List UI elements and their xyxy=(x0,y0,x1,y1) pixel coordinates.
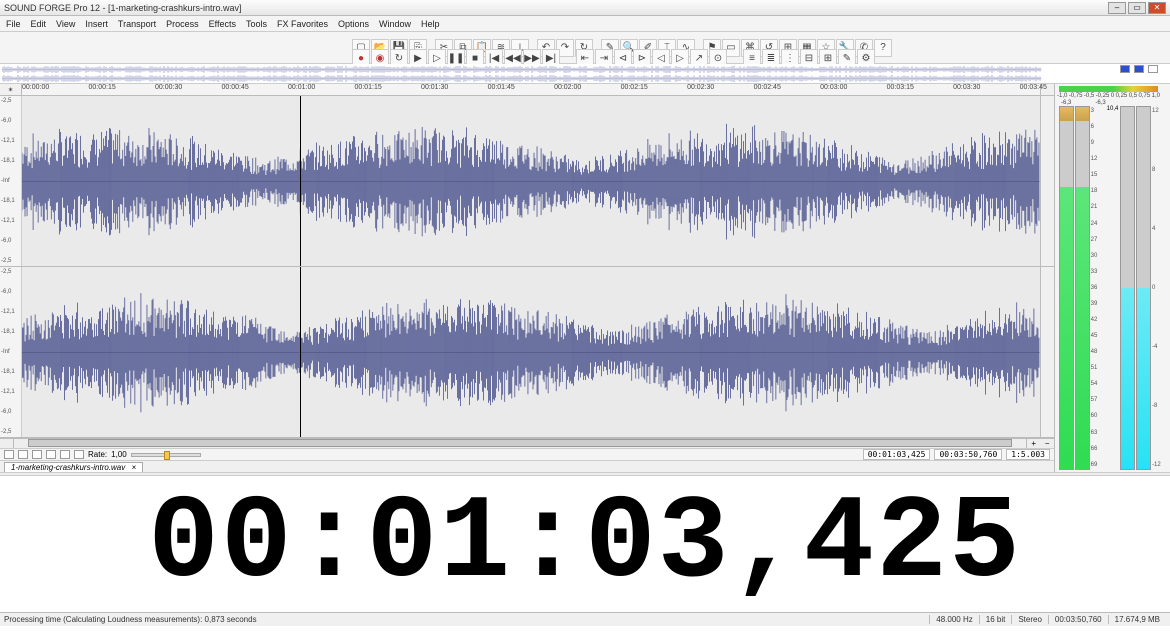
ruler-gutter: ✶ xyxy=(0,84,22,95)
window-title: SOUND FORGE Pro 12 - [1-marketing-crashk… xyxy=(4,3,242,13)
lu-l-peak: 10,4 xyxy=(1107,106,1119,112)
playhead[interactable] xyxy=(300,267,301,437)
maximize-button[interactable]: ▭ xyxy=(1128,2,1146,14)
channel-right[interactable]: -2,5-6,0-12,1-18,1-Inf-18,1-12,1-6,0-2,5 xyxy=(0,267,1054,438)
menu-transport[interactable]: Transport xyxy=(118,19,156,29)
status-bar: Processing time (Calculating Loudness me… xyxy=(0,612,1170,626)
peak-meter[interactable]: 3691215182124273033363942454851545760636… xyxy=(1059,106,1105,470)
waveform-right xyxy=(22,267,1040,438)
overview-strip[interactable] xyxy=(0,64,1170,84)
menu-tools[interactable]: Tools xyxy=(246,19,267,29)
overview-controls xyxy=(1060,65,1168,83)
ruler-tick: 00:03:45 xyxy=(1020,84,1047,91)
status-filesize: 17.674,9 MB xyxy=(1108,615,1166,624)
amplitude-scale-left: -2,5-6,0-12,1-18,1-Inf-18,1-12,1-6,0-2,5 xyxy=(0,96,22,266)
status-bitdepth: 16 bit xyxy=(979,615,1012,624)
amplitude-scale-right: -2,5-6,0-12,1-18,1-Inf-18,1-12,1-6,0-2,5 xyxy=(0,267,22,437)
rate-slider[interactable] xyxy=(131,453,201,457)
toolbar: ▢ 📂 💾 ⎘ ✂ ⧉ 📋 ≋ ⟂ ↶ ↷ ↻ ✎ 🔍 ✐ ⌶ ∿ ⚑ ▭ ⌘ … xyxy=(0,32,1170,64)
menu-insert[interactable]: Insert xyxy=(85,19,108,29)
time-ruler[interactable]: 00:00:00 00:00:15 00:00:30 00:00:45 00:01:00… xyxy=(22,84,1040,95)
tab-close-icon[interactable]: × xyxy=(132,463,137,472)
rate-slider-thumb[interactable] xyxy=(164,451,170,460)
position-readout[interactable]: 00:01:03,425 xyxy=(863,449,931,460)
menu-effects[interactable]: Effects xyxy=(209,19,236,29)
ruler-tick: 00:02:15 xyxy=(621,84,648,91)
title-bar: SOUND FORGE Pro 12 - [1-marketing-crashk… xyxy=(0,0,1170,16)
menu-edit[interactable]: Edit xyxy=(31,19,47,29)
playhead[interactable] xyxy=(300,96,301,266)
menu-window[interactable]: Window xyxy=(379,19,411,29)
meters-panel: -1,0-0,75-0,5-0,2500,250,50,751,0 -6,3 -… xyxy=(1054,84,1170,472)
workspace: ✶ 00:00:00 00:00:15 00:00:30 00:00:45 00:01:… xyxy=(0,84,1170,472)
ruler-tick: 00:00:15 xyxy=(89,84,116,91)
rate-value: 1,00 xyxy=(111,450,127,459)
channel-r-icon[interactable] xyxy=(1134,65,1144,73)
tab-file-label: 1-marketing-crashkurs-intro.wav xyxy=(11,463,125,472)
menu-bar: File Edit View Insert Transport Process Effect… xyxy=(0,16,1170,32)
ruler-tick: 00:00:45 xyxy=(222,84,249,91)
ruler-tick: 00:03:30 xyxy=(953,84,980,91)
ruler-tick: 00:03:00 xyxy=(820,84,847,91)
time-ruler-row: ✶ 00:00:00 00:00:15 00:00:30 00:00:45 00:01:… xyxy=(0,84,1054,96)
ruler-tick: 00:03:15 xyxy=(887,84,914,91)
ruler-tick: 00:00:30 xyxy=(155,84,182,91)
close-button[interactable]: ✕ xyxy=(1148,2,1166,14)
big-time-value: 00:01:03,425 xyxy=(148,478,1022,611)
channel-l-icon[interactable] xyxy=(1120,65,1130,73)
minimize-button[interactable]: – xyxy=(1108,2,1126,14)
menu-view[interactable]: View xyxy=(56,19,75,29)
length-readout[interactable]: 00:03:50,760 xyxy=(934,449,1002,460)
ruler-tick: 00:01:30 xyxy=(421,84,448,91)
menu-process[interactable]: Process xyxy=(166,19,199,29)
ruler-tick: 00:00:00 xyxy=(22,84,49,91)
ruler-tick: 00:02:45 xyxy=(754,84,781,91)
overview-waveform xyxy=(2,65,1042,83)
horizontal-scrollbar[interactable]: + − xyxy=(0,438,1054,448)
channel-left[interactable]: -2,5-6,0-12,1-18,1-Inf-18,1-12,1-6,0-2,5 xyxy=(0,96,1054,267)
tab-file[interactable]: 1-marketing-crashkurs-intro.wav × xyxy=(4,462,143,472)
mini-go-end-icon[interactable] xyxy=(32,450,42,459)
loudness-meter[interactable]: 12840-4-8-12 xyxy=(1120,106,1166,470)
mini-go-start-icon[interactable] xyxy=(18,450,28,459)
mini-play-icon[interactable] xyxy=(60,450,70,459)
ruler-tick: 00:01:00 xyxy=(288,84,315,91)
ruler-tick: 00:01:45 xyxy=(488,84,515,91)
big-time-display[interactable]: 00:01:03,425 xyxy=(0,476,1170,612)
mini-gear-icon[interactable] xyxy=(4,450,14,459)
status-samplerate: 48.000 Hz xyxy=(929,615,978,624)
status-message: Processing time (Calculating Loudness me… xyxy=(4,615,929,624)
status-channels: Stereo xyxy=(1011,615,1048,624)
menu-file[interactable]: File xyxy=(6,19,21,29)
document-tabs: 1-marketing-crashkurs-intro.wav × xyxy=(0,460,1054,472)
transport-bar: Rate: 1,00 00:01:03,425 00:03:50,760 1:5… xyxy=(0,448,1054,460)
menu-help[interactable]: Help xyxy=(421,19,440,29)
editor-panel: ✶ 00:00:00 00:00:15 00:00:30 00:00:45 00:01:… xyxy=(0,84,1054,472)
mini-loop-icon[interactable] xyxy=(74,450,84,459)
zoom-readout[interactable]: 1:5.003 xyxy=(1006,449,1050,460)
ruler-tick: 00:02:00 xyxy=(554,84,581,91)
menu-fx-favorites[interactable]: FX Favorites xyxy=(277,19,328,29)
pan-scale: -1,0-0,75-0,5-0,2500,250,50,751,0 xyxy=(1055,84,1170,100)
rate-label: Rate: xyxy=(88,450,107,459)
ruler-tick: 00:01:15 xyxy=(355,84,382,91)
menu-options[interactable]: Options xyxy=(338,19,369,29)
overview-close-icon[interactable] xyxy=(1148,65,1158,73)
mini-stop-icon[interactable] xyxy=(46,450,56,459)
ruler-tick: 00:02:30 xyxy=(687,84,714,91)
waveform-left xyxy=(22,96,1040,267)
status-duration: 00:03:50,760 xyxy=(1048,615,1108,624)
